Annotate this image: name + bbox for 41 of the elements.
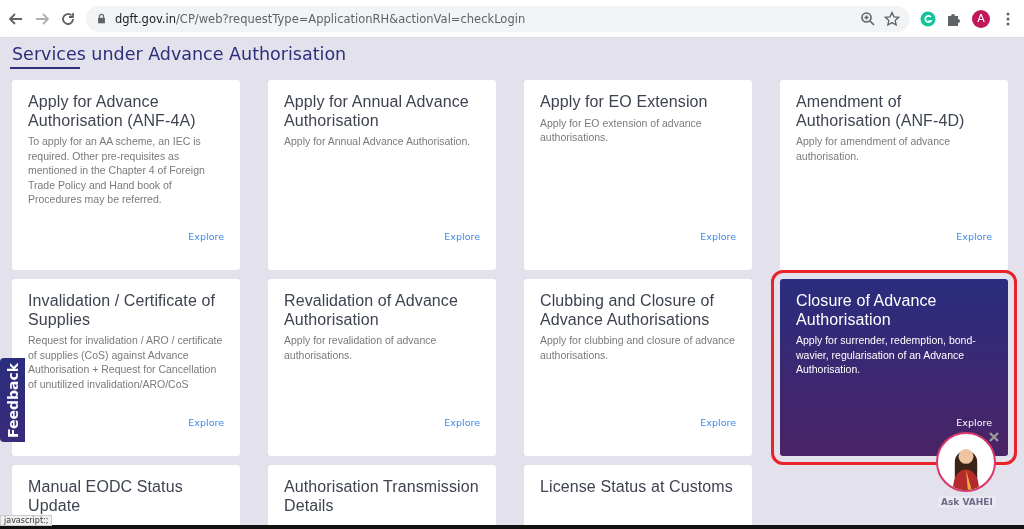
explore-link[interactable]: Explore	[700, 417, 736, 428]
card-title: Closure of Advance Authorisation	[796, 292, 938, 329]
back-icon[interactable]	[8, 10, 24, 27]
close-icon[interactable]	[989, 432, 999, 442]
address-bar[interactable]: dgft.gov.in/CP/web?requestType=ApplicationRH&actionVal=checkLogin	[86, 5, 910, 32]
chatbot-avatar[interactable]	[936, 432, 996, 492]
feedback-tab[interactable]: Feedback	[0, 358, 25, 442]
card-description: Apply for surrender, redemption, bond-wavier, regularisation of an Advance Authorisation.	[796, 333, 977, 377]
card-description: To apply for an AA scheme, an IEC is required. Other pre-requisites as mentioned in the Chapter 4 of Foreign Trade Policy and Hand book of Procedures may be referred.	[28, 134, 206, 207]
card-title: License Status at Customs	[540, 478, 734, 497]
heading-underline	[10, 67, 80, 69]
explore-link[interactable]: Explore	[444, 231, 480, 242]
section-heading: Services under Advance Authorisation	[12, 44, 347, 64]
card-title: Invalidation / Certificate of Supplies	[28, 292, 216, 329]
card-description: Apply for Annual Advance Authorisation.	[284, 134, 472, 149]
lock-icon	[96, 13, 107, 24]
chatbot-label[interactable]: Ask VAHEI	[938, 496, 996, 508]
card-title: Apply for Advance Authorisation (ANF-4A)	[28, 93, 197, 130]
url-text: dgft.gov.in/CP/web?requestType=ApplicationRH&actionVal=checkLogin	[115, 11, 526, 26]
explore-link[interactable]: Explore	[700, 231, 736, 242]
explore-link[interactable]: Explore	[188, 231, 224, 242]
star-icon[interactable]	[884, 10, 900, 27]
reload-icon[interactable]	[60, 10, 76, 27]
explore-link[interactable]: Explore	[956, 231, 992, 242]
card-description: Request for invalidation / ARO / certificate of supplies (CoS) against Advance Authorisation + Request for Cancellation of unutilized invalidation/ARO/CoS	[28, 333, 224, 391]
card-description: Apply for EO extension of advance authorisations.	[540, 115, 703, 145]
card-title: Manual EODC Status Update	[28, 478, 184, 515]
profile-avatar[interactable]: A	[972, 9, 990, 28]
card-title: Clubbing and Closure of Advance Authorisations	[540, 292, 715, 329]
card-description: Apply for amendment of advance authorisation.	[796, 134, 952, 163]
card-title: Apply for EO Extension	[540, 93, 709, 112]
card-title: Revalidation of Advance Authorisation	[284, 292, 459, 329]
card-title: Amendment of Authorisation (ANF-4D)	[796, 93, 966, 130]
card-description: Apply for revalidation of advance authorisations.	[284, 333, 438, 362]
card-title: Authorisation Transmission Details	[284, 478, 480, 515]
zoom-icon[interactable]	[860, 10, 876, 27]
explore-link[interactable]: Explore	[956, 417, 992, 428]
explore-link[interactable]: Explore	[188, 417, 224, 428]
card-title: Apply for Annual Advance Authorisation	[284, 93, 470, 130]
card-description: Apply for clubbing and closure of advance authorisations.	[540, 333, 736, 362]
explore-link[interactable]: Explore	[444, 417, 480, 428]
